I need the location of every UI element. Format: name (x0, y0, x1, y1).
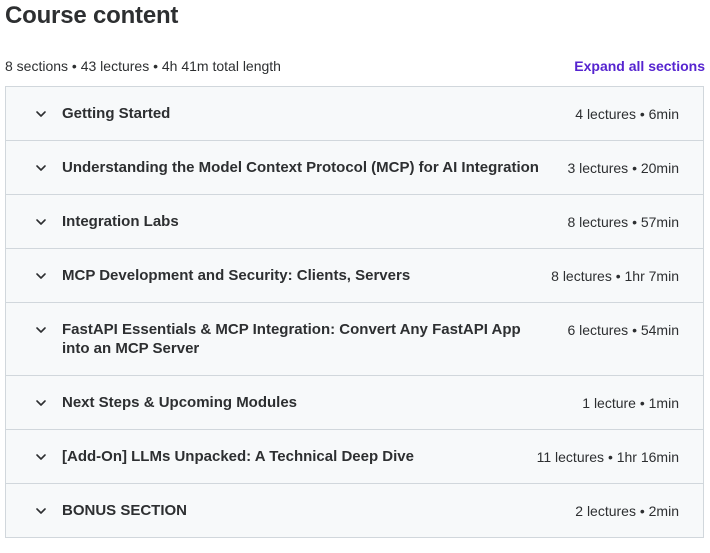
section-title: Getting Started (62, 105, 171, 122)
section-meta: 8 lectures • 1hr 7min (551, 268, 679, 284)
section-meta: 11 lectures • 1hr 16min (536, 449, 679, 465)
section-header-understanding-mcp[interactable]: Understanding the Model Context Protocol… (6, 141, 703, 195)
chevron-down-icon (36, 508, 46, 514)
section-title: BONUS SECTION (62, 502, 188, 519)
chevron-down-icon (36, 454, 46, 460)
section-header-next-steps[interactable]: Next Steps & Upcoming Modules 1 lecture … (6, 376, 703, 430)
section-header-fastapi-essentials[interactable]: FastAPI Essentials & MCP Integration: Co… (6, 303, 703, 376)
course-summary-text: 8 sections • 43 lectures • 4h 41m total … (5, 58, 281, 74)
chevron-down-icon (36, 111, 46, 117)
section-list: Getting Started 4 lectures • 6min Unders… (5, 86, 704, 538)
section-meta: 1 lecture • 1min (582, 395, 679, 411)
section-header-llms-unpacked[interactable]: [Add-On] LLMs Unpacked: A Technical Deep… (6, 430, 703, 484)
section-header-getting-started[interactable]: Getting Started 4 lectures • 6min (6, 87, 703, 141)
chevron-down-icon (36, 273, 46, 279)
page-title: Course content (5, 2, 179, 29)
section-title: [Add-On] LLMs Unpacked: A Technical Deep… (62, 448, 414, 465)
section-header-integration-labs[interactable]: Integration Labs 8 lectures • 57min (6, 195, 703, 249)
course-summary-row: 8 sections • 43 lectures • 4h 41m total … (5, 56, 705, 76)
expand-all-sections-button[interactable]: Expand all sections (574, 56, 705, 76)
section-title: MCP Development and Security: Clients, S… (62, 267, 411, 284)
section-header-bonus-section[interactable]: BONUS SECTION 2 lectures • 2min (6, 484, 703, 538)
section-meta: 6 lectures • 54min (567, 322, 679, 338)
chevron-down-icon (36, 219, 46, 225)
section-title: Integration Labs (62, 213, 179, 230)
section-header-mcp-development-security[interactable]: MCP Development and Security: Clients, S… (6, 249, 703, 303)
section-title: Understanding the Model Context Protocol… (62, 159, 539, 176)
chevron-down-icon (36, 165, 46, 171)
section-meta: 8 lectures • 57min (567, 214, 679, 230)
section-title: Next Steps & Upcoming Modules (62, 394, 298, 411)
section-meta: 3 lectures • 20min (567, 160, 679, 176)
chevron-down-icon (36, 327, 46, 333)
section-meta: 4 lectures • 6min (575, 106, 679, 122)
section-meta: 2 lectures • 2min (575, 503, 679, 519)
section-title: FastAPI Essentials & MCP Integration: Co… (62, 321, 521, 357)
chevron-down-icon (36, 400, 46, 406)
